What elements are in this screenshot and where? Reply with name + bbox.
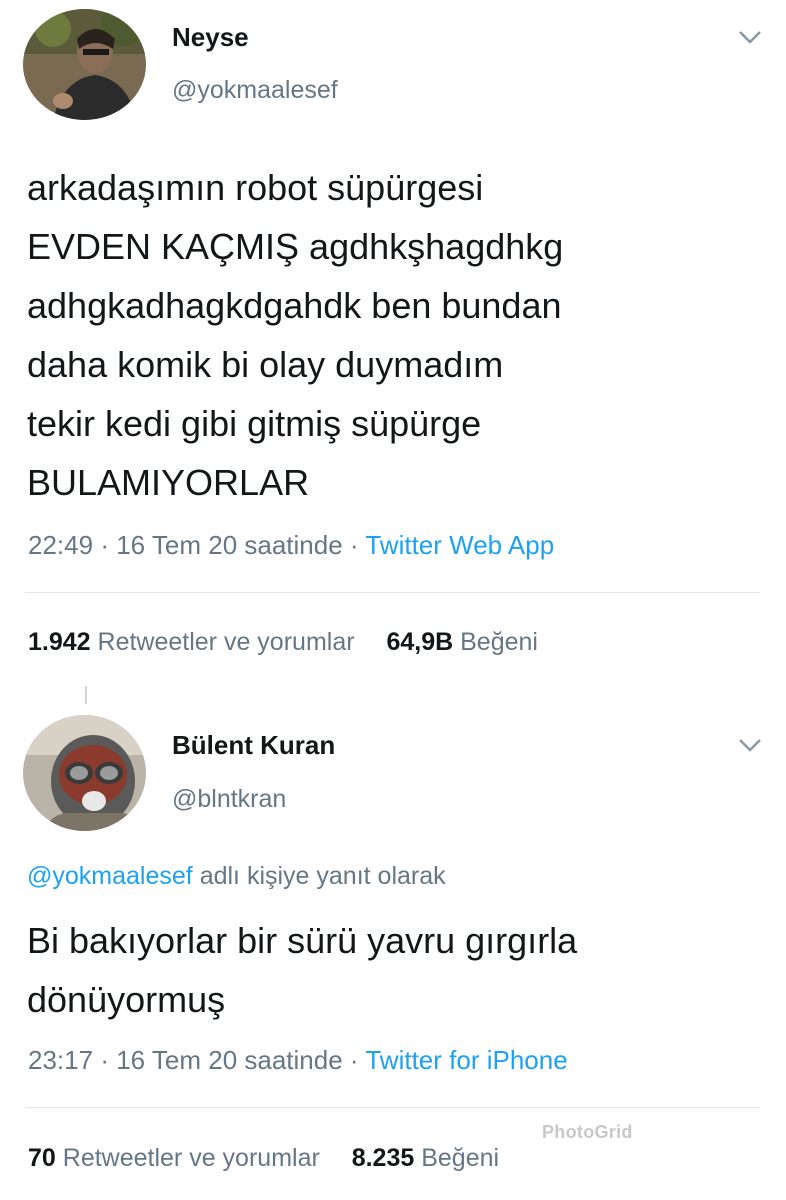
chevron-down-icon[interactable] <box>737 28 763 46</box>
reply-context: @yokmaalesef adlı kişiye yanıt olarak <box>27 862 446 891</box>
display-name[interactable]: Bülent Kuran <box>172 730 335 761</box>
tweet-date[interactable]: 16 Tem 20 saatinde <box>116 530 342 560</box>
tweet-line: BULAMIYORLAR <box>27 462 310 503</box>
tweet-line: daha komik bi olay duymadım <box>27 344 504 385</box>
tweet-text: arkadaşımın robot süpürgesi EVDEN KAÇMIŞ… <box>27 158 563 512</box>
separator-dot: · <box>100 530 109 560</box>
tweet-line: Bi bakıyorlar bir sürü yavru gırgırla <box>27 920 578 961</box>
tweet-stats: 1.942 Retweetler ve yorumlar 64,9B Beğen… <box>28 628 538 657</box>
retweets-label: Retweetler ve yorumlar <box>97 628 355 656</box>
retweets-label: Retweetler ve yorumlar <box>62 1144 320 1172</box>
tweet-line: EVDEN KAÇMIŞ agdhkşhagdhkg <box>27 226 564 267</box>
likes-link[interactable]: 8.235 Beğeni <box>352 1144 499 1172</box>
tweet-line: tekir kedi gibi gitmiş süpürge <box>27 403 482 444</box>
separator-dot: · <box>349 1045 359 1075</box>
tweet-text: Bi bakıyorlar bir sürü yavru gırgırla dö… <box>27 911 577 1029</box>
separator-dot: · <box>100 1045 109 1075</box>
separator-dot: · <box>349 530 359 560</box>
avatar[interactable] <box>23 9 146 120</box>
tweet-source-link[interactable]: Twitter for iPhone <box>365 1045 567 1075</box>
tweet-line: arkadaşımın robot süpürgesi <box>27 167 484 208</box>
divider <box>25 592 760 593</box>
tweet-meta: 22:49 · 16 Tem 20 saatinde · Twitter Web… <box>28 530 554 561</box>
display-name[interactable]: Neyse <box>172 22 249 53</box>
likes-label: Beğeni <box>421 1144 500 1172</box>
tweet-line: adhgkadhagkdgahdk ben bundan <box>27 285 562 326</box>
divider <box>25 1107 760 1108</box>
retweets-count: 1.942 <box>28 628 91 656</box>
likes-count: 8.235 <box>351 1144 415 1172</box>
retweets-count: 70 <box>28 1144 56 1172</box>
tweet-source-link[interactable]: Twitter Web App <box>365 530 554 560</box>
chevron-down-icon[interactable] <box>737 736 763 754</box>
photogrid-watermark: PhotoGrid <box>542 1122 633 1142</box>
tweet-thread: Neyse @yokmaalesef arkadaşımın robot süp… <box>0 0 786 1200</box>
tweet-stats: 70 Retweetler ve yorumlar 8.235 Beğeni <box>28 1144 499 1173</box>
likes-label: Beğeni <box>460 628 538 656</box>
retweets-link[interactable]: 70 Retweetler ve yorumlar <box>28 1144 327 1172</box>
tweet-date[interactable]: 16 Tem 20 saatinde <box>116 1045 342 1075</box>
tweet-meta: 23:17 · 16 Tem 20 saatinde · Twitter for… <box>28 1045 568 1076</box>
avatar[interactable] <box>23 715 146 831</box>
likes-count: 64,9B <box>386 628 454 656</box>
thread-connector <box>85 686 87 704</box>
reply-mention-link[interactable]: @yokmaalesef <box>27 862 193 890</box>
user-handle[interactable]: @yokmaalesef <box>172 76 338 105</box>
tweet-time[interactable]: 22:49 <box>28 530 93 560</box>
tweet-time[interactable]: 23:17 <box>28 1045 93 1075</box>
tweet-line: dönüyormuş <box>27 979 226 1020</box>
reply-context-label: adlı kişiye yanıt olarak <box>199 862 446 890</box>
user-handle[interactable]: @blntkran <box>172 785 286 814</box>
likes-link[interactable]: 64,9B Beğeni <box>386 628 538 656</box>
retweets-link[interactable]: 1.942 Retweetler ve yorumlar <box>28 628 362 656</box>
